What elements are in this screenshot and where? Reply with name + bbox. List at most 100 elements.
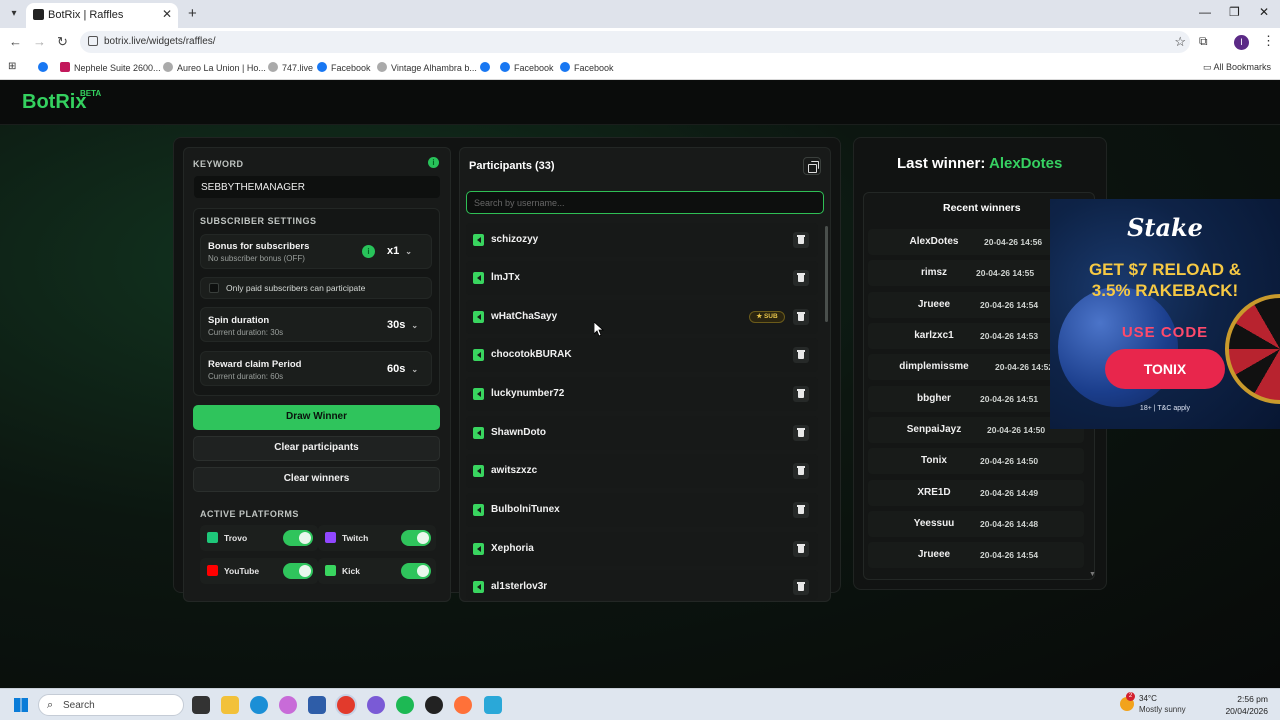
browser-tab[interactable]: BotRix | Raffles ✕: [26, 3, 178, 28]
bookmark-item[interactable]: Vintage Alhambra b...: [377, 62, 477, 73]
botrix-logo[interactable]: BotRix: [22, 91, 86, 114]
notepad-icon[interactable]: [484, 696, 502, 714]
platform-youtube: YouTube: [200, 558, 318, 584]
winner-row: Yeessuu 20-04-26 14:48: [868, 511, 1084, 537]
spotify-icon[interactable]: [396, 696, 414, 714]
info-icon[interactable]: i: [362, 245, 375, 258]
spin-duration-select[interactable]: 30s ⌄: [387, 319, 418, 331]
participant-name: luckynumber72: [491, 388, 565, 399]
trash-icon[interactable]: [793, 386, 809, 402]
bookmark-star-icon[interactable]: ☆: [1174, 34, 1186, 50]
participants-scrollbar[interactable]: [825, 226, 828, 322]
scroll-down-icon[interactable]: ▼: [1089, 571, 1096, 578]
firefox-icon[interactable]: [454, 696, 472, 714]
platform-trovo: Trovo: [200, 525, 318, 551]
search-input[interactable]: [467, 192, 823, 213]
trash-icon[interactable]: [793, 270, 809, 286]
participant-row[interactable]: lmJTx: [466, 261, 818, 295]
discord-icon[interactable]: [367, 696, 385, 714]
sub-badge: ★ SUB: [749, 311, 785, 323]
site-info-icon[interactable]: [88, 36, 98, 46]
participants-title: Participants (33): [469, 160, 555, 172]
profile-avatar[interactable]: I: [1234, 35, 1249, 50]
taskbar-search-label: Search: [63, 700, 95, 711]
trovo-toggle[interactable]: [283, 530, 313, 546]
participant-row[interactable]: awitszxzc: [466, 454, 818, 488]
bookmark-item[interactable]: Facebook: [317, 62, 371, 73]
participant-row[interactable]: Xephoria: [466, 532, 818, 566]
tab-list-icon[interactable]: ▾: [6, 6, 22, 22]
participant-row[interactable]: al1sterlov3r: [466, 570, 818, 600]
trash-icon[interactable]: [793, 232, 809, 248]
taskbar-search[interactable]: ⌕ Search: [38, 694, 184, 716]
copilot-icon[interactable]: [279, 696, 297, 714]
bookmark-item[interactable]: Facebook: [500, 62, 554, 73]
facebook-icon: [500, 62, 510, 72]
participant-row[interactable]: wHatChaSayy ★ SUB: [466, 300, 818, 334]
participant-name: schizozyy: [491, 234, 539, 245]
bookmark-item[interactable]: Nephele Suite 2600...: [60, 62, 161, 73]
participant-row[interactable]: BulbolniTunex: [466, 493, 818, 527]
winner-name: dimplemissme: [899, 361, 969, 372]
reward-period-select[interactable]: 60s ⌄: [387, 363, 418, 375]
windows-start-icon[interactable]: [14, 698, 28, 712]
all-bookmarks[interactable]: ▭ All Bookmarks: [1203, 62, 1271, 73]
trovo-icon: [207, 532, 218, 543]
keyword-input[interactable]: SEBBYTHEMANAGER: [194, 176, 440, 198]
minimize-icon[interactable]: —: [1199, 5, 1211, 19]
reload-icon[interactable]: ↻: [57, 34, 68, 50]
steam-icon[interactable]: [425, 696, 443, 714]
clear-participants-button[interactable]: Clear participants: [193, 436, 440, 461]
forward-icon[interactable]: →: [33, 34, 46, 49]
trash-icon[interactable]: [793, 541, 809, 557]
participant-name: lmJTx: [491, 272, 520, 283]
bonus-multiplier-select[interactable]: x1 ⌄: [387, 245, 412, 257]
bookmark-facebook-icon-only[interactable]: [38, 62, 52, 73]
only-paid-checkbox[interactable]: [209, 283, 219, 293]
close-tab-icon[interactable]: ✕: [162, 7, 172, 21]
ad-code-button[interactable]: TONIX: [1105, 349, 1225, 389]
trash-icon[interactable]: [793, 347, 809, 363]
participant-row[interactable]: ShawnDoto: [466, 416, 818, 450]
trash-icon[interactable]: [793, 579, 809, 595]
url-text[interactable]: botrix.live/widgets/raffles/: [104, 36, 216, 47]
participant-row[interactable]: chocotokBURAK: [466, 338, 818, 372]
participant-row[interactable]: schizozyy: [466, 223, 818, 257]
chrome-icon[interactable]: [337, 696, 355, 714]
trash-icon[interactable]: [793, 425, 809, 441]
youtube-toggle[interactable]: [283, 563, 313, 579]
address-bar[interactable]: botrix.live/widgets/raffles/ ☆: [80, 31, 1190, 53]
close-window-icon[interactable]: ✕: [1259, 5, 1269, 19]
task-view-icon[interactable]: [192, 696, 210, 714]
kick-toggle[interactable]: [401, 563, 431, 579]
store-icon[interactable]: [308, 696, 326, 714]
apps-grid-icon[interactable]: ⊞: [8, 61, 20, 73]
back-icon[interactable]: ←: [9, 34, 22, 49]
browser-menu-icon[interactable]: ⋮: [1262, 33, 1275, 49]
bookmark-facebook-icon-only[interactable]: [480, 62, 494, 73]
participant-search[interactable]: [466, 191, 824, 214]
restore-icon[interactable]: ❐: [1229, 5, 1240, 19]
edge-icon[interactable]: [250, 696, 268, 714]
winner-time: 20-04-26 14:48: [980, 519, 1039, 529]
stake-ad-banner[interactable]: Stake GET $7 RELOAD & 3.5% RAKEBACK! USE …: [1050, 199, 1280, 429]
participant-row[interactable]: luckynumber72: [466, 377, 818, 411]
search-icon: ⌕: [47, 699, 54, 711]
trash-icon[interactable]: [793, 502, 809, 518]
extensions-icon[interactable]: ⧉: [1199, 34, 1208, 49]
clear-winners-button[interactable]: Clear winners: [193, 467, 440, 492]
new-tab-icon[interactable]: +: [188, 5, 197, 22]
twitch-toggle[interactable]: [401, 530, 431, 546]
beta-badge: BETA: [80, 89, 102, 98]
trash-icon[interactable]: [793, 309, 809, 325]
bookmark-item[interactable]: Facebook: [560, 62, 614, 73]
copy-icon[interactable]: [803, 157, 821, 175]
bookmark-item[interactable]: Aureo La Union | Ho...: [163, 62, 266, 73]
info-icon[interactable]: i: [428, 157, 439, 168]
system-clock[interactable]: 2:56 pm 20/04/2026: [1225, 693, 1268, 717]
bookmark-item[interactable]: 747.live: [268, 62, 313, 73]
draw-winner-button[interactable]: Draw Winner: [193, 405, 440, 430]
file-explorer-icon[interactable]: [221, 696, 239, 714]
trash-icon[interactable]: [793, 463, 809, 479]
platform-twitch: Twitch: [318, 525, 436, 551]
